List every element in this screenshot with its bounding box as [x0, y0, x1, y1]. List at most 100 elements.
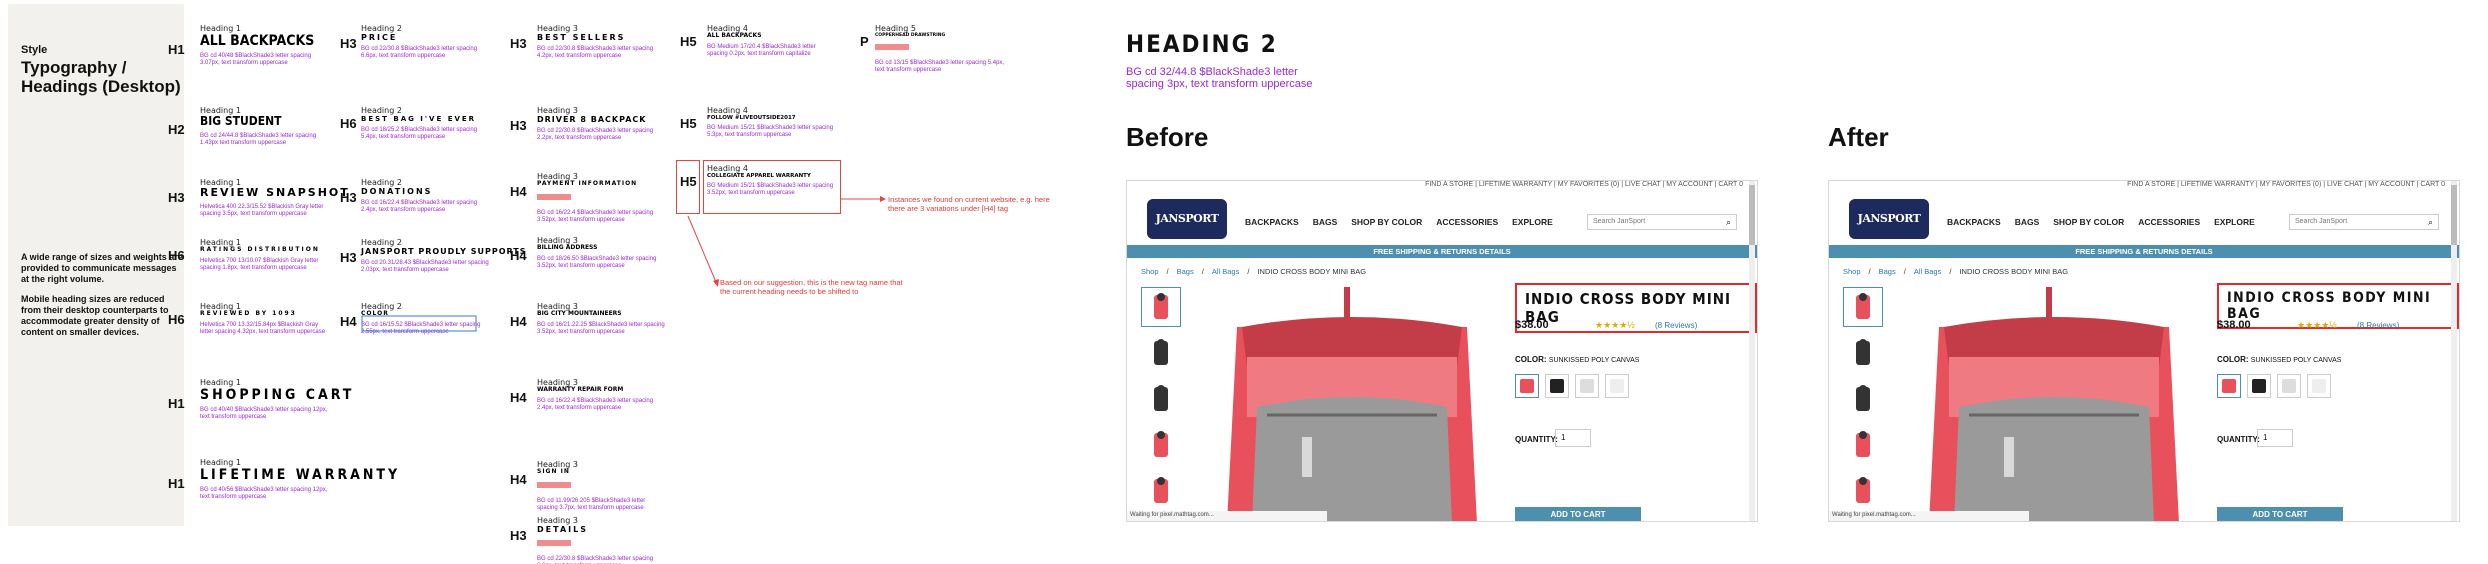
- jansport-logo[interactable]: JANSPORT: [1849, 199, 1929, 239]
- after-label: After: [1828, 122, 1889, 152]
- screenshot-after: FIND A STORE | LIFETIME WARRANTY | MY FA…: [1828, 180, 2460, 522]
- add-to-cart-button[interactable]: ADD TO CART: [1515, 507, 1641, 521]
- breadcrumb-item[interactable]: Bags: [1879, 267, 1896, 276]
- product-image: [1207, 287, 1497, 521]
- nav-item[interactable]: SHOP BY COLOR: [2053, 217, 2124, 227]
- nav-item[interactable]: BACKPACKS: [1245, 217, 1299, 227]
- reviews-link[interactable]: (8 Reviews): [2357, 321, 2399, 330]
- breadcrumb-item: INDIO CROSS BODY MINI BAG: [1257, 267, 1367, 276]
- breadcrumb-item: /: [1903, 267, 1906, 276]
- breadcrumb-item[interactable]: Shop: [1843, 267, 1861, 276]
- nav-menu: BACKPACKS BAGS SHOP BY COLOR ACCESSORIES EXP…: [1947, 217, 2269, 227]
- product-image: [1909, 287, 2199, 521]
- color-swatch[interactable]: [1605, 374, 1629, 398]
- breadcrumb-item: /: [1201, 267, 1204, 276]
- nav-item[interactable]: ACCESSORIES: [2138, 217, 2200, 227]
- redbox-h5-tag: [676, 160, 700, 214]
- nav-item[interactable]: BAGS: [1313, 217, 1338, 227]
- product-title: INDIO CROSS BODY MINI BAG: [1515, 283, 1757, 333]
- nav-item[interactable]: EXPLORE: [2214, 217, 2255, 227]
- thumbnail[interactable]: [1141, 379, 1181, 419]
- status-bar: Waiting for pixel.mathtag.com...: [1127, 511, 1327, 521]
- quantity-label: QUANTITY:: [1515, 435, 1558, 444]
- breadcrumb-item[interactable]: All Bags: [1212, 267, 1240, 276]
- highlight-color-box: [361, 315, 477, 332]
- nav-item[interactable]: EXPLORE: [1512, 217, 1553, 227]
- shipping-banner[interactable]: FREE SHIPPING & RETURNS DETAILS: [1829, 245, 2459, 258]
- color-swatch[interactable]: [2277, 374, 2301, 398]
- color-value: SUNKISSED POLY CANVAS: [2250, 357, 2342, 364]
- arrow-instances-head: [880, 196, 886, 202]
- product-title: INDIO CROSS BODY MINI BAG: [2217, 283, 2459, 329]
- breadcrumb-item: /: [1247, 267, 1250, 276]
- add-to-cart-button[interactable]: ADD TO CART: [2217, 507, 2343, 521]
- color-label-text: COLOR:: [1515, 355, 1547, 364]
- status-bar: Waiting for pixel.mathtag.com...: [1829, 511, 2029, 521]
- product-price: $38.00: [2217, 319, 2251, 331]
- color-swatch[interactable]: [2247, 374, 2271, 398]
- thumbnail[interactable]: [1843, 379, 1883, 419]
- shipping-banner[interactable]: FREE SHIPPING & RETURNS DETAILS: [1127, 245, 1757, 258]
- color-swatch[interactable]: [2307, 374, 2331, 398]
- color-swatch[interactable]: [1515, 374, 1539, 398]
- utility-bar: FIND A STORE | LIFETIME WARRANTY | MY FA…: [2127, 181, 2445, 188]
- breadcrumb-item[interactable]: Bags: [1177, 267, 1194, 276]
- jansport-logo[interactable]: JANSPORT: [1147, 199, 1227, 239]
- rating-stars-icon: ★★★★½: [2297, 320, 2337, 330]
- color-label-text: COLOR:: [2217, 355, 2249, 364]
- heading2-spec: BG cd 32/44.8 $BlackShade3 letter spacin…: [1126, 66, 1313, 90]
- redbox-h4-variant: [703, 160, 841, 214]
- color-swatch[interactable]: [1575, 374, 1599, 398]
- breadcrumb-item: /: [1166, 267, 1169, 276]
- color-swatch[interactable]: [2217, 374, 2241, 398]
- annotation-suggestion: Based on our suggestion, this is the new…: [720, 278, 903, 296]
- color-label: COLOR: SUNKISSED POLY CANVAS: [1515, 355, 1639, 364]
- breadcrumb-item: /: [1868, 267, 1871, 276]
- nav-menu: BACKPACKS BAGS SHOP BY COLOR ACCESSORIES EXP…: [1245, 217, 1567, 227]
- reviews-link[interactable]: (8 Reviews): [1655, 321, 1697, 330]
- heading2-title: Heading 2: [1126, 30, 1278, 58]
- breadcrumb-item[interactable]: All Bags: [1914, 267, 1942, 276]
- main-nav: JANSPORT BACKPACKS BAGS SHOP BY COLOR ACCES…: [1127, 193, 1757, 243]
- quantity-input[interactable]: 1: [1555, 429, 1591, 447]
- thumbnail[interactable]: [1843, 425, 1883, 465]
- arrow-suggestion-head: [713, 279, 719, 287]
- color-value: SUNKISSED POLY CANVAS: [1548, 357, 1640, 364]
- thumbnail[interactable]: [1141, 287, 1181, 327]
- nav-item[interactable]: ACCESSORIES: [1436, 217, 1498, 227]
- thumbnail-list: [1141, 287, 1183, 517]
- breadcrumb-item: /: [1949, 267, 1952, 276]
- thumbnail[interactable]: [1141, 425, 1181, 465]
- thumbnail[interactable]: [1843, 333, 1883, 373]
- color-swatch[interactable]: [1545, 374, 1569, 398]
- annotation-instances: Instances we found on current website, e…: [888, 195, 1050, 213]
- nav-item[interactable]: BAGS: [2015, 217, 2040, 227]
- nav-item[interactable]: SHOP BY COLOR: [1351, 217, 1422, 227]
- scrollbar-thumb[interactable]: [1749, 185, 1755, 245]
- rating-stars-icon: ★★★★½: [1595, 320, 1635, 330]
- thumbnail[interactable]: [1141, 471, 1181, 511]
- scrollbar-thumb[interactable]: [2451, 185, 2457, 245]
- product-price: $38.00: [1515, 319, 1549, 331]
- breadcrumb: Shop / Bags / All Bags / INDIO CROSS BODY MINI…: [1843, 267, 2076, 276]
- quantity-input[interactable]: 1: [2257, 429, 2293, 447]
- utility-bar: FIND A STORE | LIFETIME WARRANTY | MY FA…: [1425, 181, 1743, 188]
- quantity-label: QUANTITY:: [2217, 435, 2260, 444]
- thumbnail[interactable]: [1843, 287, 1883, 327]
- product-image-svg: [1227, 287, 1477, 521]
- scrollbar[interactable]: [1749, 181, 1755, 521]
- thumbnail[interactable]: [1141, 333, 1181, 373]
- product-image-svg: [1929, 287, 2179, 521]
- search-icon[interactable]: ⌕: [1726, 217, 1731, 228]
- main-nav: JANSPORT BACKPACKS BAGS SHOP BY COLOR ACCES…: [1829, 193, 2459, 243]
- color-label: COLOR: SUNKISSED POLY CANVAS: [2217, 355, 2341, 364]
- breadcrumb-item[interactable]: Shop: [1141, 267, 1159, 276]
- scrollbar[interactable]: [2451, 181, 2457, 521]
- search-input[interactable]: Search JanSport: [1587, 214, 1737, 230]
- thumbnail[interactable]: [1843, 471, 1883, 511]
- search-icon[interactable]: ⌕: [2428, 217, 2433, 228]
- screenshot-before: FIND A STORE | LIFETIME WARRANTY | MY FA…: [1126, 180, 1758, 522]
- nav-item[interactable]: BACKPACKS: [1947, 217, 2001, 227]
- search-input[interactable]: Search JanSport: [2289, 214, 2439, 230]
- breadcrumb: Shop / Bags / All Bags / INDIO CROSS BODY MINI…: [1141, 267, 1374, 276]
